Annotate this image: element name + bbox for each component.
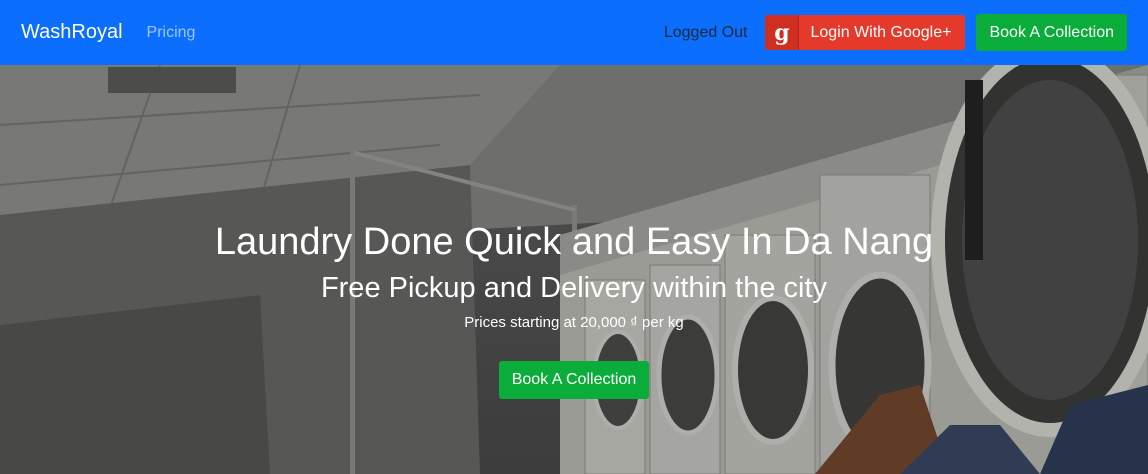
login-status-text: Logged Out [663,23,748,41]
hero-section: Laundry Done Quick and Easy In Da Nang F… [0,65,1148,474]
google-plus-icon: g [765,15,800,50]
hero-subtitle: Free Pickup and Delivery within the city [320,272,828,304]
nav-link-pricing[interactable]: Pricing [147,24,196,42]
brand-logo-link[interactable]: WashRoyal [21,21,123,44]
top-navbar: WashRoyal Pricing Logged Out g Login Wit… [0,0,1148,65]
hero-price-text: Prices starting at 20,000 ₫ per kg [464,314,684,331]
navbar-right-group: Logged Out g Login With Google+ Book A C… [664,14,1127,51]
hero-content: Laundry Done Quick and Easy In Da Nang F… [0,65,1148,474]
login-with-google-label: Login With Google+ [810,23,952,41]
book-collection-hero-button[interactable]: Book A Collection [498,361,650,399]
hero-title: Laundry Done Quick and Easy In Da Nang [214,221,934,263]
login-with-google-button[interactable]: g Login With Google+ [765,15,966,50]
book-collection-nav-button[interactable]: Book A Collection [976,14,1127,51]
